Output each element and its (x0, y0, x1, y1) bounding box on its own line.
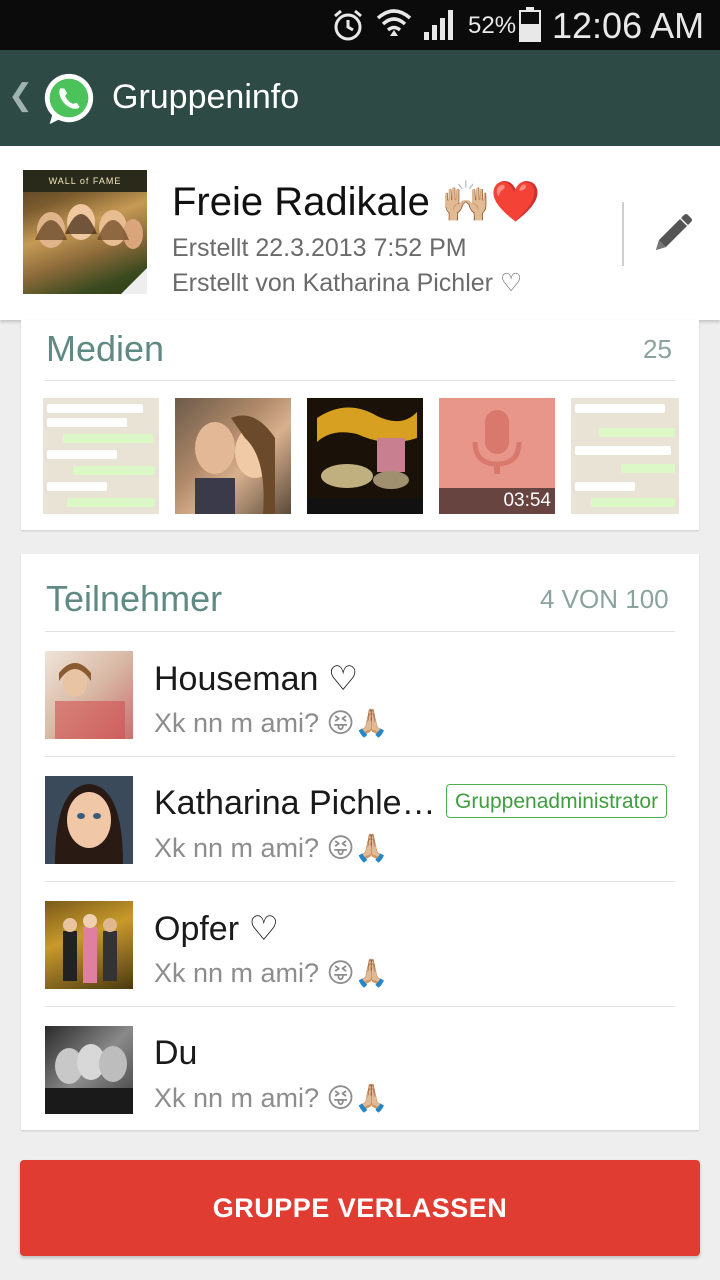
audio-duration: 03:54 (503, 490, 551, 511)
avatar (45, 901, 133, 989)
avatar (45, 776, 133, 864)
media-thumb-photo-2[interactable] (307, 398, 423, 514)
media-thumb-chat-1[interactable] (43, 398, 159, 514)
alarm-icon (334, 9, 362, 41)
media-count[interactable]: 25 (643, 334, 672, 365)
page-title: Gruppeninfo (112, 78, 300, 116)
admin-badge: Gruppenadministrator (446, 784, 668, 818)
member-name: Houseman ♡ (154, 660, 359, 698)
photo-fold-corner (121, 268, 147, 294)
member-status: Xk nn m ami? 😝🙏🏼 (154, 958, 389, 988)
member-status: Xk nn m ami? 😝🙏🏼 (154, 708, 389, 738)
media-thumb-audio[interactable]: 03:54 (439, 398, 555, 514)
participants-count: 4 VON 100 (540, 584, 669, 614)
header-divider (622, 202, 624, 266)
group-photo[interactable]: WALL of FAME (23, 170, 147, 294)
media-title: Medien (46, 328, 165, 369)
media-divider (45, 380, 675, 381)
status-bar: 52% 12:06 AM (0, 0, 720, 50)
group-name: Freie Radikale 🙌🏼❤️ (172, 180, 541, 224)
media-thumb-chat-2[interactable] (571, 398, 679, 514)
wifi-icon (376, 9, 412, 36)
member-row[interactable]: Katharina Pichle… Gruppenadministrator X… (21, 756, 699, 881)
member-name: Katharina Pichle… (154, 784, 436, 822)
member-row[interactable]: Du Xk nn m ami? 😝🙏🏼 (21, 1006, 699, 1131)
status-clock: 12:06 AM (552, 5, 705, 46)
group-created-date: Erstellt 22.3.2013 7:52 PM (172, 234, 467, 262)
member-row[interactable]: Houseman ♡ Xk nn m ami? 😝🙏🏼 (21, 631, 699, 756)
pencil-icon[interactable] (650, 212, 694, 256)
member-status: Xk nn m ami? 😝🙏🏼 (154, 833, 389, 863)
group-created-by: Erstellt von Katharina Pichler ♡ (172, 269, 523, 297)
chevron-left-icon[interactable]: ❮ (8, 78, 33, 113)
action-bar: ❮ Gruppeninfo (0, 50, 720, 146)
avatar (45, 1026, 133, 1114)
participants-title: Teilnehmer (46, 578, 223, 619)
member-status: Xk nn m ami? 😝🙏🏼 (154, 1083, 389, 1113)
member-name: Du (154, 1034, 198, 1072)
battery-icon (519, 7, 541, 42)
avatar (45, 651, 133, 739)
whatsapp-logo-icon[interactable] (40, 70, 98, 128)
media-thumb-photo-1[interactable] (175, 398, 291, 514)
battery-percent: 52% (468, 12, 517, 39)
member-row[interactable]: Opfer ♡ Xk nn m ami? 😝🙏🏼 (21, 881, 699, 1006)
signal-icon (424, 10, 453, 40)
member-name: Opfer ♡ (154, 910, 279, 948)
leave-group-button[interactable]: GRUPPE VERLASSEN (20, 1160, 700, 1256)
